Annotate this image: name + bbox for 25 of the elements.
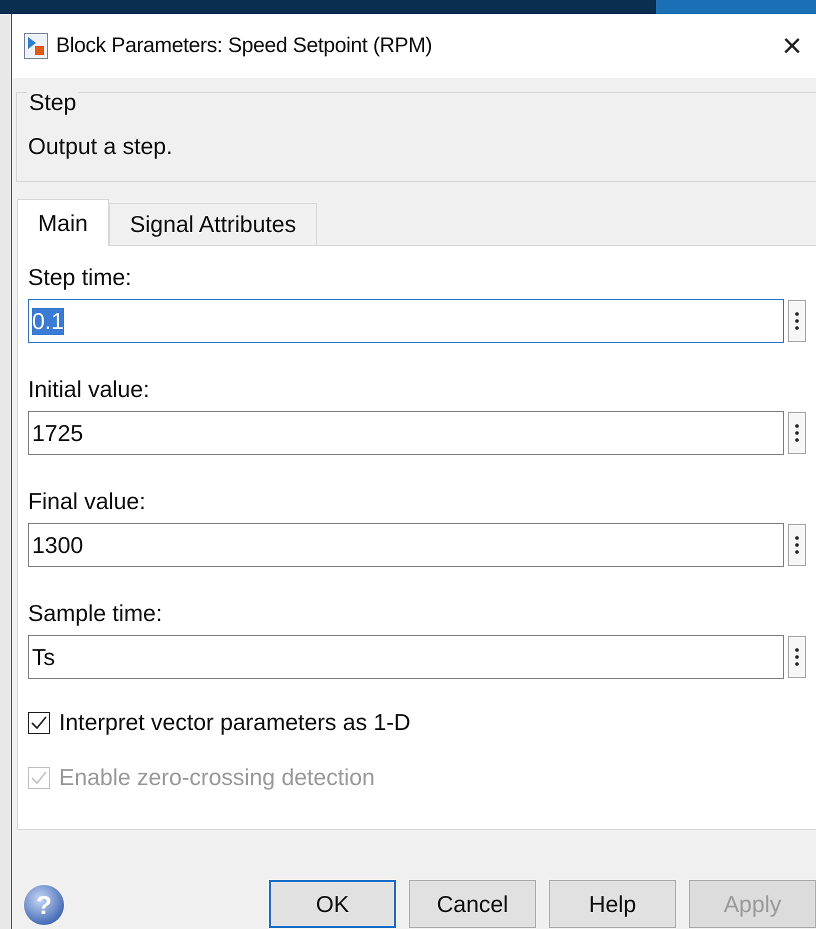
checkbox[interactable] — [28, 712, 50, 734]
block-description: Output a step. — [28, 133, 172, 159]
parameter-field[interactable]: Ts — [28, 635, 784, 679]
more-options-icon[interactable] — [788, 300, 806, 342]
parameter-label: Sample time: — [28, 600, 164, 627]
parameter-label: Step time: — [28, 264, 133, 291]
parameter-field[interactable]: 0.1 — [28, 299, 784, 343]
dialog-button[interactable]: OK — [269, 880, 396, 928]
tab[interactable]: Main — [17, 199, 109, 246]
tab[interactable]: Signal Attributes — [108, 203, 318, 245]
parameter-label: Initial value: — [28, 376, 150, 403]
dialog-button[interactable]: Help — [549, 880, 676, 928]
checkbox-label: Interpret vector parameters as 1-D — [59, 709, 411, 736]
more-options-icon[interactable] — [788, 524, 806, 566]
window-title: Block Parameters: Speed Setpoint (RPM) — [56, 34, 434, 58]
group-legend: Step — [27, 89, 78, 116]
parameter-label: Final value: — [28, 488, 147, 515]
parameter-field[interactable]: 1300 — [28, 523, 784, 567]
close-button[interactable]: × — [782, 29, 802, 63]
dialog-button[interactable]: Cancel — [409, 880, 536, 928]
more-options-icon[interactable] — [788, 412, 806, 454]
parameter-field[interactable]: 1725 — [28, 411, 784, 455]
block-icon — [24, 33, 48, 59]
more-options-icon[interactable] — [788, 636, 806, 678]
checkbox-label: Enable zero-crossing detection — [59, 764, 375, 791]
